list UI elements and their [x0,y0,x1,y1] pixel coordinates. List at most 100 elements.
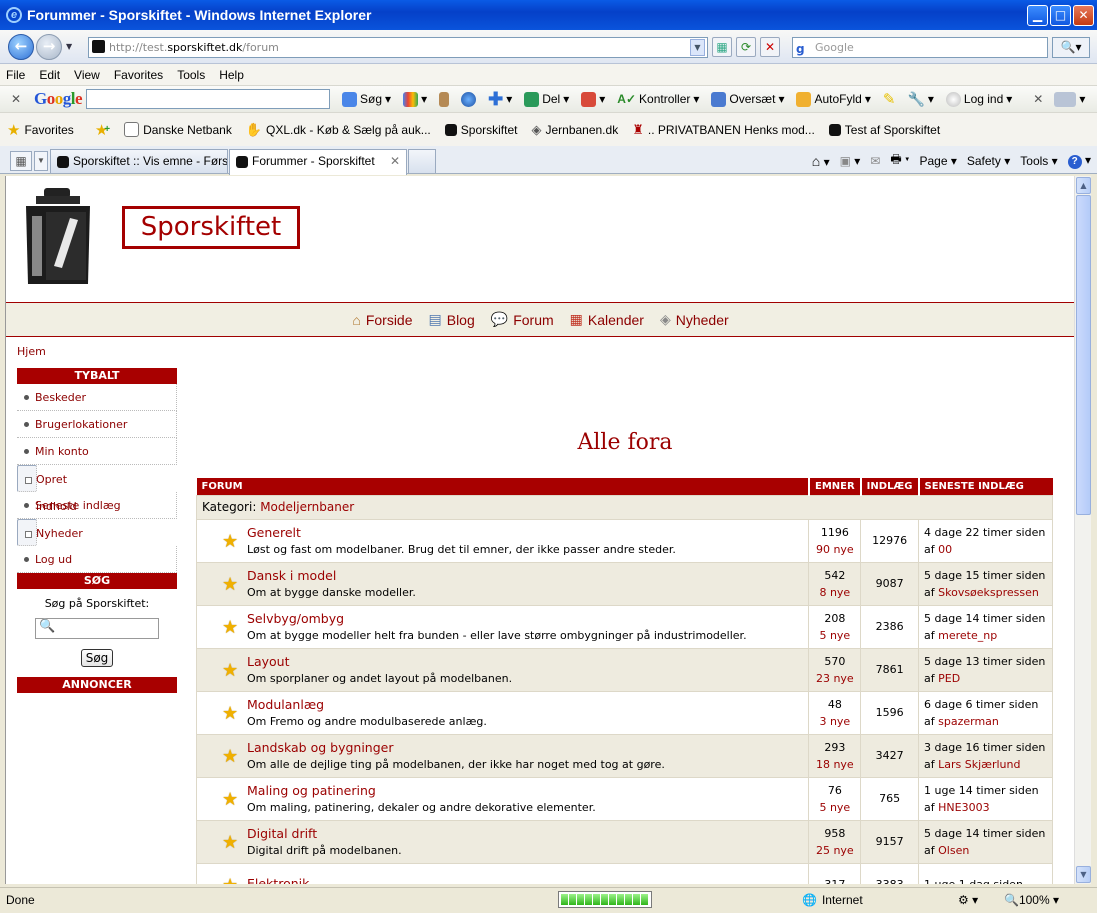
last-post-author[interactable]: spazerman [938,715,999,728]
forum-link[interactable]: Landskab og bygninger [247,740,808,755]
last-post-author[interactable]: merete_np [938,629,997,642]
bookmark-icon-button[interactable] [433,91,455,107]
safety-menu[interactable]: Safety ▾ [967,154,1010,168]
menu-tools[interactable]: Tools [171,68,213,82]
new-topics-link[interactable]: 3 nye [809,713,860,730]
fav-test-sporskiftet[interactable]: Test af Sporskiftet [822,123,947,137]
forum-link[interactable]: Elektronik [247,876,808,885]
sidebar-item-log-ud[interactable]: Log ud [17,546,177,573]
refresh-icon[interactable]: ⟳ [736,37,756,57]
stop-icon[interactable]: ✕ [760,37,780,57]
sidebar-item-opret-indhold[interactable]: Opret indhold [17,465,77,513]
last-post-author[interactable]: PED [938,672,960,685]
nav-blog[interactable]: ▤ Blog [429,311,475,328]
sidebar-item-seneste-indlaeg[interactable]: Seneste indlæg [17,492,177,519]
mail-button[interactable]: ✉ [870,154,880,168]
tab-list-icon[interactable]: ▼ [34,151,48,171]
blocker-button[interactable]: ▾ [575,91,611,107]
close-toolbar-icon[interactable]: ✕ [6,92,26,106]
close-google-toolbar-icon[interactable]: ✕ [1028,92,1048,106]
address-input[interactable]: http://test.sporskiftet.dk/forum ▼ [88,37,708,58]
back-button[interactable]: ← [8,34,34,60]
col-seneste[interactable]: SENESTE INDLÆG [918,478,1053,495]
new-topics-link[interactable]: 25 nye [809,842,860,859]
forum-link[interactable]: Digital drift [247,826,808,841]
menu-favorites[interactable]: Favorites [108,68,171,82]
forum-link[interactable]: Selvbyg/ombyg [247,611,808,626]
new-topics-link[interactable]: 90 nye [809,541,860,558]
col-emner[interactable]: EMNER [808,478,862,495]
tabs-overview-button[interactable]: ▾ [1048,91,1091,107]
breadcrumb[interactable]: Hjem [17,345,46,358]
spellcheck-button[interactable]: A✓ Kontroller ▾ [611,92,705,106]
translate-button[interactable]: Oversæt ▾ [705,91,790,107]
col-indlaeg[interactable]: INDLÆG [860,478,920,495]
tab-forummer[interactable]: Forummer - Sporskiftet ✕ [229,149,407,175]
tools-menu[interactable]: Tools ▾ [1020,154,1057,168]
sidebar-item-nyheder[interactable]: Nyheder [17,519,83,546]
scroll-thumb[interactable] [1076,195,1091,515]
add-favorite-button[interactable]: ★ + [81,121,117,139]
new-topics-link[interactable]: 18 nye [809,756,860,773]
recent-pages-dropdown-icon[interactable]: ▼ [66,42,72,51]
new-topics-link[interactable]: 5 nye [809,799,860,816]
google-toolbar-input[interactable] [86,89,331,109]
favorites-button[interactable]: ★ Favorites [0,121,81,139]
forum-link[interactable]: Modulanlæg [247,697,808,712]
site-logo[interactable]: Sporskiftet [122,206,300,249]
nav-nyheder[interactable]: ◈ Nyheder [660,311,729,328]
globe-button[interactable] [455,91,482,107]
print-button[interactable]: 🖶 ▾ [890,150,909,171]
last-post-author[interactable]: Lars Skjærlund [938,758,1020,771]
menu-view[interactable]: View [68,68,108,82]
tab-vis-emne[interactable]: Sporskiftet :: Vis emne - Førs... [50,149,228,173]
menu-help[interactable]: Help [213,68,252,82]
nav-forside[interactable]: ⌂ Forside [352,312,412,328]
quick-tabs-icon[interactable]: ▦ [10,151,32,171]
menu-file[interactable]: File [0,68,33,82]
fav-qxl[interactable]: ✋ QXL.dk - Køb & Sælg på auk... [239,122,438,138]
forum-link[interactable]: Dansk i model [247,568,808,583]
col-forum[interactable]: FORUM [196,478,810,495]
feeds-button[interactable]: ▣ ▾ [840,154,861,168]
forum-link[interactable]: Maling og patinering [247,783,808,798]
security-zone[interactable]: 🌐 Internet [802,893,863,907]
vertical-scrollbar[interactable]: ▲ ▼ [1074,176,1091,884]
search-button[interactable]: 🔍▾ [1052,37,1090,58]
new-tab-button[interactable] [408,149,436,173]
autofill-button[interactable]: AutoFyld ▾ [790,91,876,107]
fav-jernbanen[interactable]: ◈ Jernbanen.dk [524,122,625,138]
new-topics-link[interactable]: 5 nye [809,627,860,644]
new-topics-link[interactable]: 8 nye [809,584,860,601]
last-post-author[interactable]: HNE3003 [938,801,989,814]
maximize-button[interactable]: □ [1050,5,1071,26]
add-button[interactable]: ✚ ▾ [482,89,518,110]
scroll-down-icon[interactable]: ▼ [1076,866,1091,883]
compatibility-view-icon[interactable]: ▦ [712,37,732,57]
sidebar-item-brugerlokationer[interactable]: Brugerlokationer [17,411,177,438]
search-input[interactable]: g Google [792,37,1048,58]
close-tab-icon[interactable]: ✕ [390,150,400,172]
google-apps-button[interactable]: ▾ [397,91,433,107]
sidebar-item-min-konto[interactable]: Min konto [17,438,177,465]
last-post-author[interactable]: Skovsøekspressen [938,586,1039,599]
nav-forum[interactable]: 💬 Forum [491,311,554,328]
category-link[interactable]: Modeljernbaner [260,500,354,514]
site-search-input[interactable]: 🔍 [35,618,159,639]
forum-link[interactable]: Layout [247,654,808,669]
sign-in-button[interactable]: Log ind ▾ [940,91,1018,107]
sidebar-item-beskeder[interactable]: Beskeder [17,384,177,411]
last-post-author[interactable]: Olsen [938,844,969,857]
last-post-author[interactable]: 00 [938,543,952,556]
protected-mode-icon[interactable]: ⚙ ▾ [958,893,978,907]
fav-danske-netbank[interactable]: Danske Netbank [117,122,239,137]
google-search-button[interactable]: Søg ▾ [336,91,397,107]
fav-privatbanen[interactable]: ♜.. PRIVATBANEN Henks mod... [625,122,822,138]
zoom-control[interactable]: 🔍100% ▾ [1004,893,1059,907]
site-search-button[interactable]: Søg [80,649,114,667]
address-dropdown-icon[interactable]: ▼ [690,39,705,56]
home-button[interactable]: ⌂ ▾ [812,153,830,169]
page-menu[interactable]: Page ▾ [919,154,956,168]
help-button[interactable]: ? ▾ [1067,153,1091,169]
scroll-up-icon[interactable]: ▲ [1076,177,1091,194]
